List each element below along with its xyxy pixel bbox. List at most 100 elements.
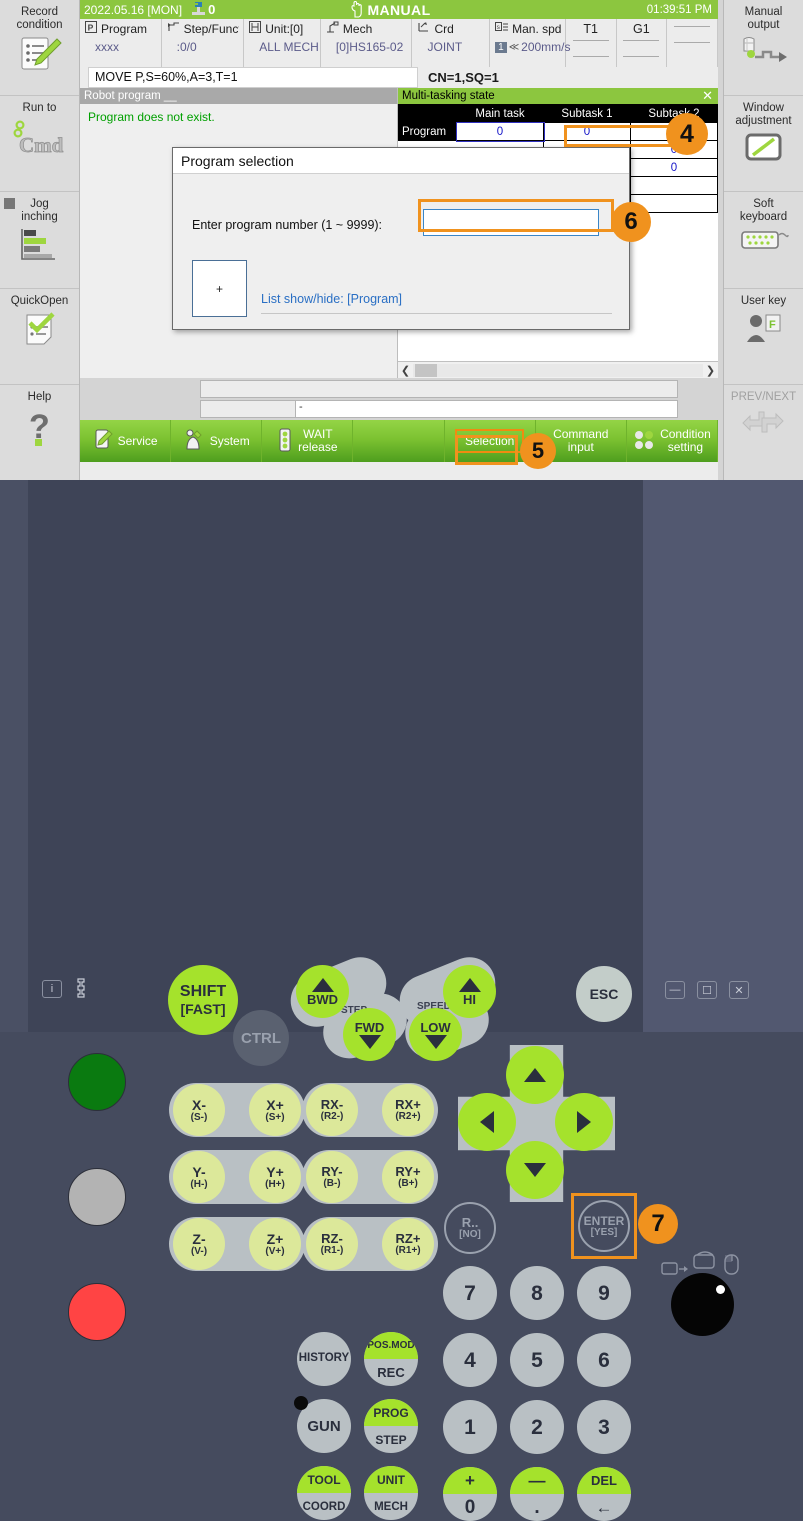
- strip2-seg2[interactable]: -: [296, 401, 677, 417]
- current-command-line[interactable]: MOVE P,S=60%,A=3,T=1: [88, 67, 418, 88]
- toggle-cell-empty[interactable]: [667, 19, 718, 67]
- sidebar-item-window-adjustment[interactable]: Window adjustment: [724, 96, 803, 193]
- axis-key-z-minus[interactable]: Z- (V-): [173, 1218, 225, 1270]
- num-key-del-backspace[interactable]: DEL ←: [577, 1467, 631, 1521]
- axis-key-ry-plus[interactable]: RY+ (B+): [382, 1151, 434, 1203]
- axis-key-rz-plus[interactable]: RZ+ (R1+): [382, 1218, 434, 1270]
- num-key-4[interactable]: 4: [443, 1333, 497, 1387]
- wrench-icon[interactable]: [73, 978, 89, 1003]
- sidebar-item-record-condition[interactable]: Record condition: [0, 0, 79, 97]
- sidebar-item-jog-inching[interactable]: Jog inching: [0, 192, 79, 289]
- axis-key-x-plus[interactable]: X+ (S+): [249, 1084, 301, 1136]
- add-program-button[interactable]: +: [192, 260, 247, 317]
- axis-key-ry-minus[interactable]: RY- (B-): [306, 1151, 358, 1203]
- info-cell-unit[interactable]: Unit:[0] ALL MECH: [244, 19, 321, 67]
- sidebar-item-prev-next[interactable]: PREV/NEXT: [724, 385, 803, 480]
- num-key-9[interactable]: 9: [577, 1266, 631, 1320]
- history-key[interactable]: HISTORY: [297, 1332, 351, 1386]
- info-cell-mech[interactable]: Mech [0]HS165-02: [321, 19, 413, 67]
- close-icon[interactable]: ✕: [702, 88, 713, 103]
- sidebar-item-run-to[interactable]: Run to Cmd: [0, 96, 79, 193]
- status-strip-2[interactable]: -: [200, 400, 678, 418]
- dpad-right-key[interactable]: [555, 1093, 613, 1151]
- sidebar-item-soft-keyboard[interactable]: Soft keyboard: [724, 192, 803, 289]
- info-icon[interactable]: i: [42, 980, 62, 998]
- info-cell-speed[interactable]: s Man. spd. 1 ≪ 200mm/s: [490, 19, 571, 67]
- axis-key-y-minus[interactable]: Y- (H-): [173, 1151, 225, 1203]
- svg-text:s: s: [497, 24, 501, 31]
- axis-key-rx-minus[interactable]: RX- (R2-): [306, 1084, 358, 1136]
- horizontal-scrollbar[interactable]: ❮ ❯: [398, 361, 718, 378]
- chevron-left-icon[interactable]: ❮: [398, 364, 413, 377]
- emergency-lamp[interactable]: [68, 1283, 126, 1341]
- sidebar-item-quickopen[interactable]: QuickOpen: [0, 289, 79, 385]
- num-key-plus-0[interactable]: + 0: [443, 1467, 497, 1521]
- info-cell-program[interactable]: P Program xxxx: [80, 19, 162, 67]
- fbtn-system[interactable]: System: [171, 420, 263, 462]
- axis-key-y-plus[interactable]: Y+ (H+): [249, 1151, 301, 1203]
- ctrl-key[interactable]: CTRL: [233, 1010, 289, 1066]
- mech-icon: [326, 21, 339, 36]
- tool-coord-key[interactable]: TOOL COORD: [297, 1466, 351, 1520]
- pos-mod-rec-key[interactable]: POS.MOD REC: [364, 1332, 418, 1386]
- speed-hi-key[interactable]: HI: [443, 965, 496, 1018]
- axis-key-rz-minus[interactable]: RZ- (R1-): [306, 1218, 358, 1270]
- standby-lamp[interactable]: [68, 1168, 126, 1226]
- fwd-key[interactable]: FWD: [343, 1008, 396, 1061]
- scrollbar-track[interactable]: [413, 363, 703, 377]
- fbtn-wait-release[interactable]: WAIT release: [262, 420, 354, 462]
- num-key-8[interactable]: 8: [510, 1266, 564, 1320]
- trackball[interactable]: [671, 1273, 734, 1336]
- fbtn-empty[interactable]: [353, 420, 445, 462]
- toggle-cell-g1[interactable]: G1: [617, 19, 668, 67]
- mt-cell-main[interactable]: 0: [455, 121, 545, 142]
- info-value-program: xxxx: [95, 40, 119, 54]
- num-key-minus-dot[interactable]: — .: [510, 1467, 564, 1521]
- info-cell-coord[interactable]: Crd JOINT: [412, 19, 491, 67]
- chevron-right-icon[interactable]: ❯: [703, 364, 718, 377]
- axis-key-x-minus[interactable]: X- (S-): [173, 1084, 225, 1136]
- toggle-divider: [572, 40, 609, 41]
- toggle-cell-t1[interactable]: T1: [566, 19, 617, 67]
- axis-key-z-plus[interactable]: Z+ (V+): [249, 1218, 301, 1270]
- sidebar-item-manual-output[interactable]: Manual output: [724, 0, 803, 97]
- sidebar-item-user-key[interactable]: User key F: [724, 289, 803, 385]
- program-selection-dialog: Program selection Enter program number (…: [172, 147, 630, 330]
- num-key-7[interactable]: 7: [443, 1266, 497, 1320]
- motor-on-lamp[interactable]: [68, 1053, 126, 1111]
- mt-cell-sub2-r4[interactable]: [630, 176, 718, 195]
- esc-key[interactable]: ESC: [576, 966, 632, 1022]
- status-strip-1[interactable]: [200, 380, 678, 398]
- dpad-down-key[interactable]: [506, 1141, 564, 1199]
- dpad-up-key[interactable]: [506, 1046, 564, 1104]
- num-key-3[interactable]: 3: [577, 1400, 631, 1454]
- strip2-seg1[interactable]: [201, 401, 296, 417]
- bwd-key[interactable]: BWD: [296, 965, 349, 1018]
- mt-cell-sub2-r3[interactable]: 0: [630, 158, 718, 177]
- list-show-hide-link[interactable]: List show/hide: [Program]: [261, 292, 402, 306]
- close-icon[interactable]: ✕: [729, 981, 749, 999]
- callout-6: 6: [611, 202, 651, 242]
- fbtn-condition-setting[interactable]: Condition setting: [626, 420, 718, 462]
- num-key-2[interactable]: 2: [510, 1400, 564, 1454]
- sidebar-item-help[interactable]: Help ?: [0, 385, 79, 480]
- info-cell-step[interactable]: Step/Function :0/0: [162, 19, 245, 67]
- axis-key-rx-plus[interactable]: RX+ (R2+): [382, 1084, 434, 1136]
- prog-step-key[interactable]: PROG STEP: [364, 1399, 418, 1453]
- num-key-1[interactable]: 1: [443, 1400, 497, 1454]
- shift-fast-key[interactable]: SHIFT [FAST]: [168, 965, 238, 1035]
- fbtn-service[interactable]: Service: [80, 420, 172, 462]
- num-key-6[interactable]: 6: [577, 1333, 631, 1387]
- dpad-left-key[interactable]: [458, 1093, 516, 1151]
- speed-level-badge: 1: [495, 41, 507, 53]
- minimize-icon[interactable]: —: [665, 981, 685, 999]
- num-key-5[interactable]: 5: [510, 1333, 564, 1387]
- strip1-field[interactable]: [201, 381, 677, 397]
- scrollbar-thumb[interactable]: [415, 363, 437, 377]
- r-no-key[interactable]: R.. [NO]: [444, 1202, 496, 1254]
- mouse-icon[interactable]: [723, 1252, 741, 1281]
- unit-mech-key[interactable]: UNIT MECH: [364, 1466, 418, 1520]
- restore-icon[interactable]: ☐: [697, 981, 717, 999]
- speed-low-key[interactable]: LOW: [409, 1008, 462, 1061]
- num-label: 1: [464, 1415, 476, 1439]
